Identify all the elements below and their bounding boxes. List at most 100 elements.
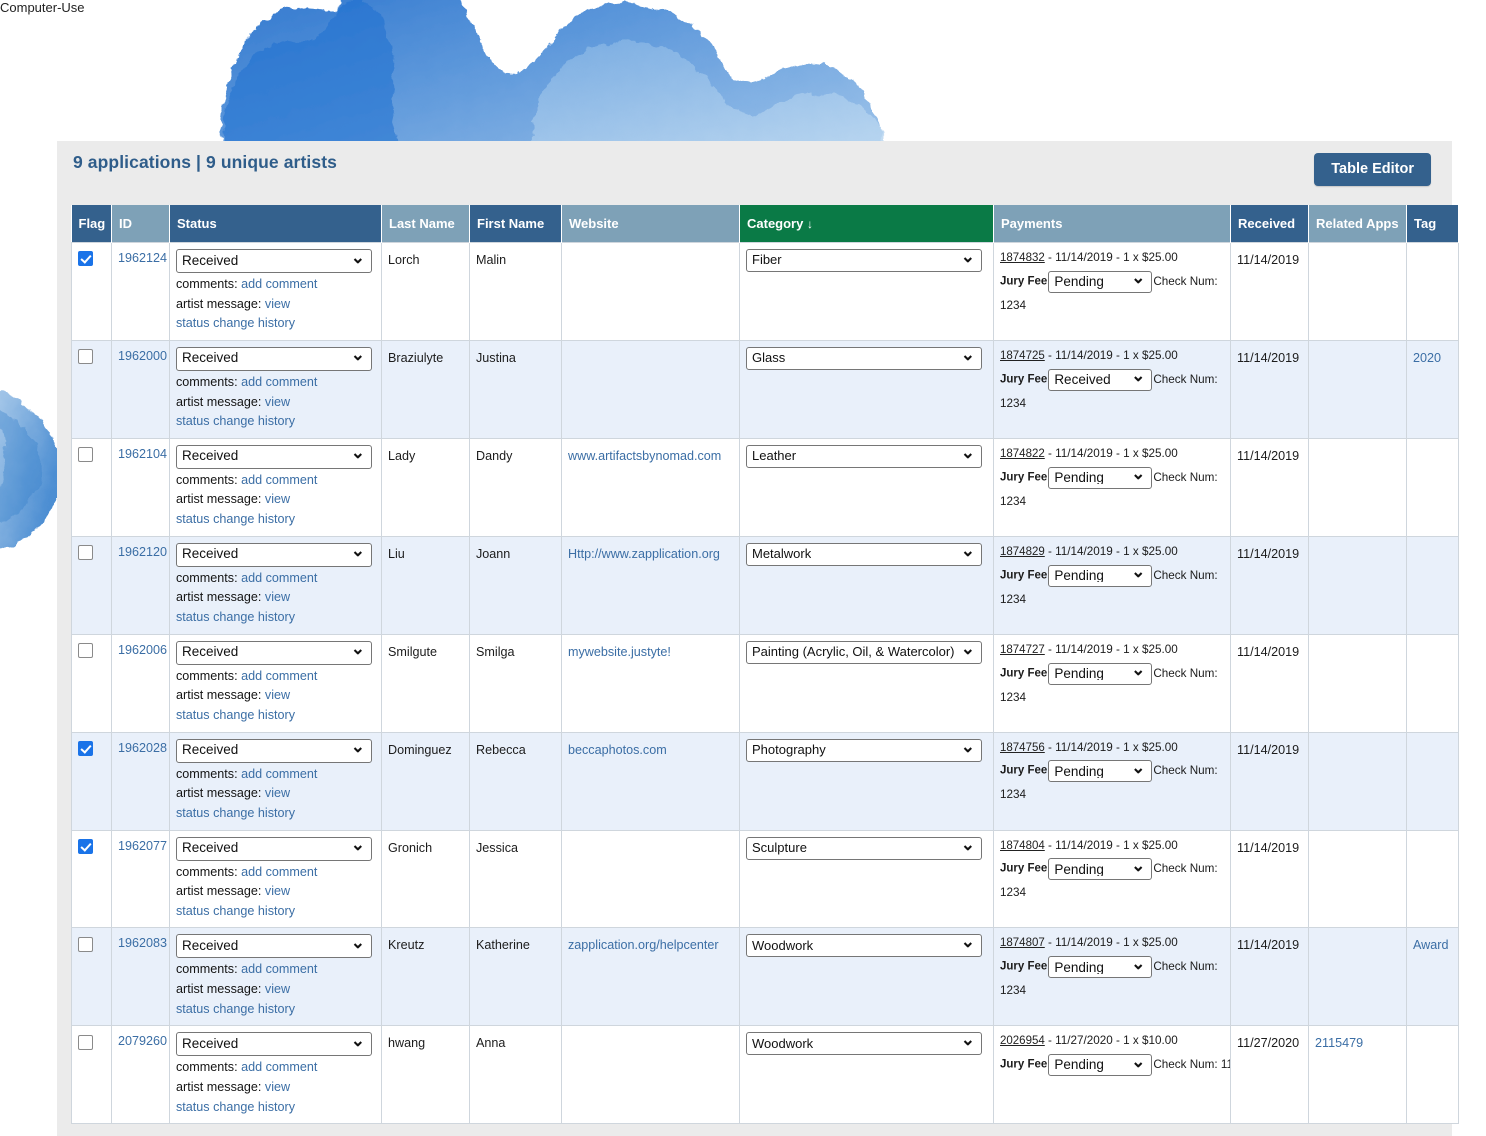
status-select[interactable]: Received⌄ [176,445,372,469]
column-header-related[interactable]: Related Apps [1309,205,1407,243]
payment-id-link[interactable]: 1874807 [1000,937,1045,949]
status-change-history-link[interactable]: status change history [176,512,295,526]
view-artist-message-link[interactable]: view [265,492,290,506]
add-comment-link[interactable]: add comment [241,277,317,291]
payment-id-link[interactable]: 1874829 [1000,546,1045,558]
column-header-payments[interactable]: Payments [994,205,1231,243]
flag-checkbox[interactable] [78,1035,93,1050]
application-id-link[interactable]: 1962124 [118,251,167,265]
application-id-link[interactable]: 1962006 [118,643,167,657]
payment-id-link[interactable]: 1874756 [1000,742,1045,754]
status-select[interactable]: Received⌄ [176,347,372,371]
jury-fee-select[interactable]: Pending⌄ [1048,760,1152,782]
category-select[interactable]: Woodwork⌄ [746,934,982,957]
add-comment-link[interactable]: add comment [241,962,317,976]
view-artist-message-link[interactable]: view [265,297,290,311]
application-id-link[interactable]: 1962028 [118,741,167,755]
flag-checkbox[interactable] [78,545,93,560]
status-select[interactable]: Received⌄ [176,1032,372,1056]
status-change-history-link[interactable]: status change history [176,904,295,918]
status-change-history-link[interactable]: status change history [176,1100,295,1114]
column-header-website[interactable]: Website [562,205,740,243]
category-select[interactable]: Sculpture⌄ [746,837,982,860]
column-header-first_name[interactable]: First Name [470,205,562,243]
column-header-received[interactable]: Received [1231,205,1309,243]
status-change-history-link[interactable]: status change history [176,1002,295,1016]
jury-fee-select[interactable]: Pending⌄ [1048,271,1152,293]
payment-id-link[interactable]: 2026954 [1000,1035,1045,1047]
table-editor-button[interactable]: Table Editor [1314,153,1431,186]
website-link[interactable]: Http://www.zapplication.org [568,547,720,561]
category-select[interactable]: Fiber⌄ [746,249,982,272]
related-app-link[interactable]: 2115479 [1315,1036,1363,1050]
column-header-flag[interactable]: Flag [72,205,112,243]
status-select[interactable]: Received⌄ [176,543,372,567]
website-link[interactable]: zapplication.org/helpcenter [568,938,719,952]
column-header-tag[interactable]: Tag [1407,205,1459,243]
status-change-history-link[interactable]: status change history [176,414,295,428]
add-comment-link[interactable]: add comment [241,865,317,879]
add-comment-link[interactable]: add comment [241,473,317,487]
category-select[interactable]: Metalwork⌄ [746,543,982,566]
payment-id-link[interactable]: 1874727 [1000,644,1045,656]
application-id-link[interactable]: 1962083 [118,936,167,950]
column-header-id[interactable]: ID [112,205,170,243]
flag-checkbox[interactable] [78,251,93,266]
column-header-category[interactable]: Category ↓ [740,205,994,243]
category-select[interactable]: Glass⌄ [746,347,982,370]
application-id-link[interactable]: 1962120 [118,545,167,559]
flag-checkbox[interactable] [78,937,93,952]
jury-fee-select[interactable]: Pending⌄ [1048,467,1152,489]
jury-fee-select[interactable]: Pending⌄ [1048,956,1152,978]
payment-id-link[interactable]: 1874725 [1000,350,1045,362]
application-id-link[interactable]: 1962077 [118,839,167,853]
status-change-history-link[interactable]: status change history [176,708,295,722]
add-comment-link[interactable]: add comment [241,1060,317,1074]
website-link[interactable]: mywebsite.justyte! [568,645,671,659]
view-artist-message-link[interactable]: view [265,1080,290,1094]
website-link[interactable]: www.artifactsbynomad.com [568,449,721,463]
add-comment-link[interactable]: add comment [241,571,317,585]
application-id-link[interactable]: 2079260 [118,1034,167,1048]
view-artist-message-link[interactable]: view [265,590,290,604]
payment-id-link[interactable]: 1874804 [1000,840,1045,852]
jury-fee-select[interactable]: Pending⌄ [1048,663,1152,685]
flag-checkbox[interactable] [78,349,93,364]
status-select[interactable]: Received⌄ [176,739,372,763]
view-artist-message-link[interactable]: view [265,688,290,702]
flag-checkbox[interactable] [78,643,93,658]
status-change-history-link[interactable]: status change history [176,610,295,624]
add-comment-link[interactable]: add comment [241,669,317,683]
application-id-link[interactable]: 1962000 [118,349,167,363]
status-select[interactable]: Received⌄ [176,934,372,958]
column-header-last_name[interactable]: Last Name [382,205,470,243]
payment-id-link[interactable]: 1874832 [1000,252,1045,264]
application-id-link[interactable]: 1962104 [118,447,167,461]
status-select[interactable]: Received⌄ [176,641,372,665]
column-header-status[interactable]: Status [170,205,382,243]
category-select[interactable]: Leather⌄ [746,445,982,468]
flag-checkbox[interactable] [78,741,93,756]
status-change-history-link[interactable]: status change history [176,316,295,330]
add-comment-link[interactable]: add comment [241,767,317,781]
category-select[interactable]: Woodwork⌄ [746,1032,982,1055]
status-select[interactable]: Received⌄ [176,837,372,861]
tag-link[interactable]: Award [1413,938,1448,952]
jury-fee-select[interactable]: Received⌄ [1048,369,1152,391]
status-change-history-link[interactable]: status change history [176,806,295,820]
category-select[interactable]: Painting (Acrylic, Oil, & Watercolor)⌄ [746,641,982,664]
status-select[interactable]: Received⌄ [176,249,372,273]
tag-link[interactable]: 2020 [1413,351,1441,365]
view-artist-message-link[interactable]: view [265,786,290,800]
website-link[interactable]: beccaphotos.com [568,743,667,757]
jury-fee-select[interactable]: Pending⌄ [1048,1054,1152,1076]
category-select[interactable]: Photography⌄ [746,739,982,762]
payment-id-link[interactable]: 1874822 [1000,448,1045,460]
view-artist-message-link[interactable]: view [265,884,290,898]
view-artist-message-link[interactable]: view [265,395,290,409]
flag-checkbox[interactable] [78,839,93,854]
view-artist-message-link[interactable]: view [265,982,290,996]
add-comment-link[interactable]: add comment [241,375,317,389]
flag-checkbox[interactable] [78,447,93,462]
jury-fee-select[interactable]: Pending⌄ [1048,565,1152,587]
